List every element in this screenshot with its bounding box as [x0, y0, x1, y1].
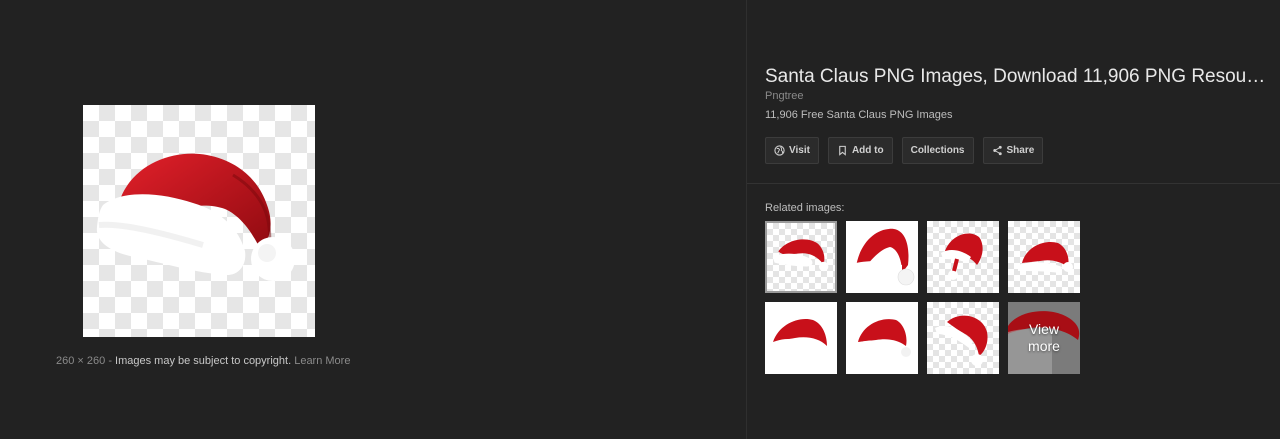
related-images-label: Related images:: [765, 202, 845, 214]
collections-button[interactable]: Collections: [901, 137, 974, 164]
visit-label: Visit: [789, 145, 810, 156]
related-image-thumbnail[interactable]: [1008, 221, 1080, 293]
image-caption: 260 × 260 - Images may be subject to cop…: [56, 355, 350, 367]
view-more-label: View more: [1028, 321, 1060, 354]
result-description: 11,906 Free Santa Claus PNG Images: [765, 109, 953, 121]
related-image-thumbnail[interactable]: [846, 302, 918, 374]
santa-hat-thumbnail: [935, 315, 988, 366]
share-label: Share: [1006, 145, 1035, 156]
section-divider: [747, 183, 1280, 184]
related-image-thumbnail[interactable]: [927, 221, 999, 293]
source-site: Pngtree: [765, 90, 804, 102]
bookmark-icon: [839, 145, 846, 156]
caption-separator: -: [108, 355, 112, 367]
santa-hat-thumbnail: [941, 233, 983, 280]
result-title[interactable]: Santa Claus PNG Images, Download 11,906 …: [765, 66, 1270, 88]
santa-hat-illustration: [96, 153, 295, 281]
santa-hat-thumbnail: [772, 239, 829, 272]
related-images-grid: View more: [765, 221, 1080, 374]
learn-more-link[interactable]: Learn More: [294, 355, 350, 367]
main-santa-hat-image[interactable]: [83, 105, 315, 337]
santa-hat-thumbnail: [854, 319, 911, 357]
related-image-thumbnail[interactable]: [765, 302, 837, 374]
image-preview-pane: 260 × 260 - Images may be subject to cop…: [0, 0, 746, 439]
view-more-thumbnail[interactable]: View more: [1008, 302, 1080, 374]
collections-label: Collections: [910, 145, 965, 156]
action-buttons: Visit Add to Collections Share: [765, 137, 1044, 164]
share-icon: [992, 145, 1002, 156]
related-image-thumbnail[interactable]: [765, 221, 837, 293]
visit-button[interactable]: Visit: [765, 137, 819, 164]
add-to-button[interactable]: Add to: [827, 137, 893, 164]
copyright-notice: Images may be subject to copyright.: [115, 355, 292, 367]
share-button[interactable]: Share: [982, 137, 1044, 164]
add-to-label: Add to: [851, 145, 884, 156]
globe-icon: [774, 145, 785, 156]
santa-hat-thumbnail: [1018, 241, 1073, 273]
image-dimensions: 260 × 260: [56, 355, 106, 367]
related-image-thumbnail[interactable]: [846, 221, 918, 293]
santa-hat-thumbnail: [850, 228, 915, 286]
image-details-pane: Santa Claus PNG Images, Download 11,906 …: [746, 0, 1280, 439]
santa-hat-thumbnail: [769, 318, 832, 357]
related-image-thumbnail[interactable]: [927, 302, 999, 374]
